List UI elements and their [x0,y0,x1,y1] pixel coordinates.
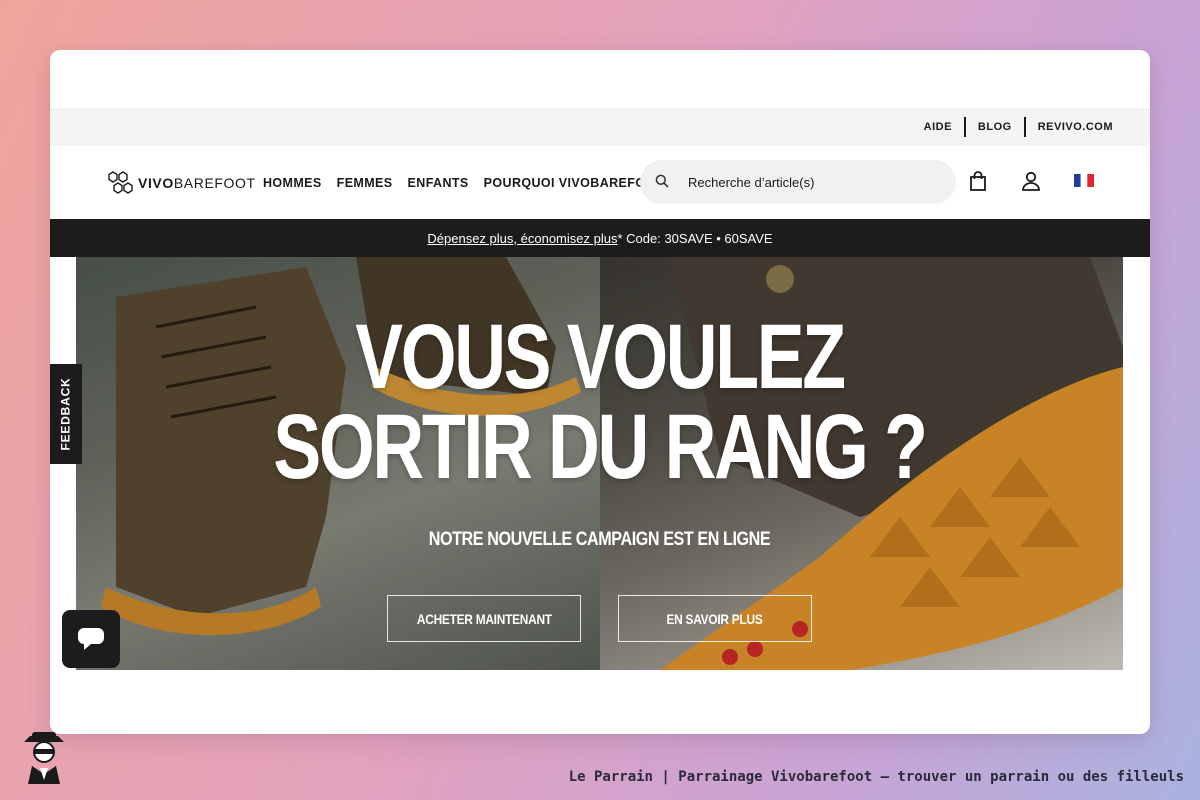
nav-item-pourquoi[interactable]: POURQUOI VIVOBAREFOOT [484,176,664,190]
search-input[interactable]: Recherche d’article(s) [640,160,956,204]
chat-icon [78,628,104,650]
utility-link-blog[interactable]: BLOG [966,117,1024,137]
hero-banner: VOUS VOULEZ SORTIR DU RANG ? NOTRE NOUVE… [76,257,1123,670]
shop-now-button[interactable]: ACHETER MAINTENANT [387,595,581,642]
search-icon [655,174,669,188]
nav-item-hommes[interactable]: HOMMES [263,176,322,190]
hero-headline: VOUS VOULEZ SORTIR DU RANG ? [191,306,1008,498]
hero-subline: NOTRE NOUVELLE CAMPAIGN EST EN LIGNE [428,529,771,550]
bag-icon[interactable] [969,171,987,191]
feedback-label: FEEDBACK [59,377,74,451]
browser-window: AIDE BLOG REVIVO.COM VIVOBAREFOOT HOMMES… [50,50,1150,734]
hero-headline-line2: SORTIR DU RANG ? [273,396,928,498]
french-flag-icon[interactable] [1074,174,1094,187]
hero-headline-line1: VOUS VOULEZ [355,306,846,408]
main-nav: HOMMES FEMMES ENFANTS POURQUOI VIVOBAREF… [263,176,664,190]
promo-bar: Dépensez plus, économisez plus * Code: 3… [50,219,1150,257]
promo-link[interactable]: Dépensez plus, économisez plus [427,231,617,246]
main-header: VIVOBAREFOOT HOMMES FEMMES ENFANTS POURQ… [50,146,1150,219]
le-parrain-mascot-icon [24,732,64,784]
utility-bar: AIDE BLOG REVIVO.COM [50,108,1150,146]
promo-code-text: * Code: 30SAVE • 60SAVE [617,230,773,246]
vivobarefoot-logo[interactable]: VIVOBAREFOOT [106,170,256,196]
learn-more-button[interactable]: EN SAVOIR PLUS [618,595,812,642]
feedback-tab[interactable]: FEEDBACK [50,364,82,464]
utility-link-aide[interactable]: AIDE [912,117,964,137]
account-icon[interactable] [1021,171,1041,191]
logo-text: VIVOBAREFOOT [138,175,256,191]
nav-item-femmes[interactable]: FEMMES [337,176,393,190]
shop-now-label: ACHETER MAINTENANT [416,610,552,627]
utility-link-revivo[interactable]: REVIVO.COM [1026,117,1125,137]
nav-item-enfants[interactable]: ENFANTS [408,176,469,190]
logo-hexagon-icon [108,171,133,194]
chat-button[interactable] [62,610,120,668]
learn-more-label: EN SAVOIR PLUS [666,610,764,627]
search-placeholder: Recherche d’article(s) [688,174,815,190]
page-caption: Le Parrain | Parrainage Vivobarefoot — t… [568,769,1184,785]
